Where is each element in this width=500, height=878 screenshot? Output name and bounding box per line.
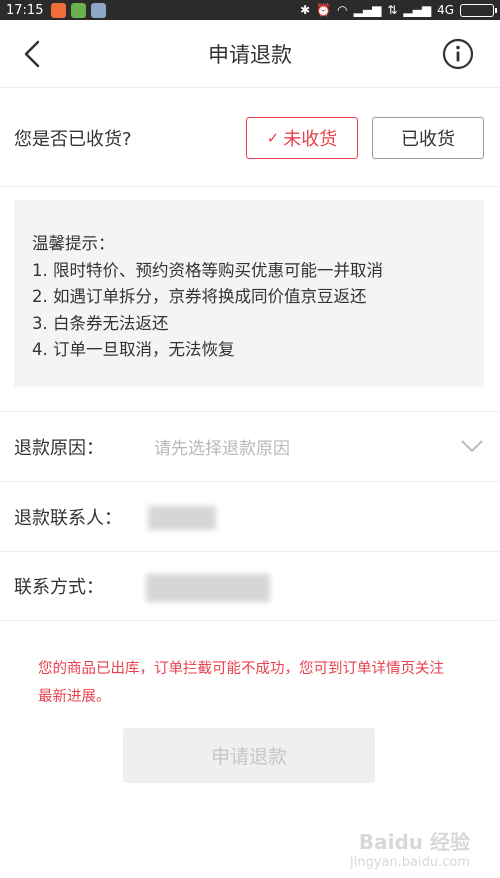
battery-icon (460, 3, 497, 17)
tips-box: 温馨提示： 1. 限时特价、预约资格等购买优惠可能一并取消 2. 如遇订单拆分，… (14, 200, 484, 387)
status-bar: 17:15 ✱ ⏰ ◠ ▂▄▆ ⇅ ▂▄▆ 4G (0, 0, 500, 20)
android-notification-icon (71, 2, 87, 18)
submit-refund-button[interactable]: 申请退款 (123, 728, 375, 783)
chevron-left-icon[interactable] (18, 38, 48, 70)
nav-bar: 申请退款 (0, 20, 500, 88)
refund-reason-label: 退款原因： (14, 437, 104, 459)
check-icon: ✓ (266, 129, 280, 147)
chevron-down-icon[interactable] (460, 438, 484, 454)
received-button[interactable]: 已收货 (372, 117, 484, 159)
contact-name-redacted (148, 506, 216, 530)
wifi-icon: ◠ (337, 3, 348, 17)
app-notification-icon (51, 2, 67, 18)
watermark-main: Baidu 经验 (358, 830, 470, 854)
refund-reason-select[interactable]: 请先选择退款原因 (154, 434, 290, 459)
received-status-row: 您是否已收货? ✓ 未收货 已收货 (0, 89, 500, 187)
network-type: 4G (437, 3, 454, 17)
contact-method-row: 联系方式： (0, 551, 500, 621)
received-label: 已收货 (401, 129, 455, 150)
tip-item: 2. 如遇订单拆分，京券将换成同价值京豆返还 (32, 287, 367, 306)
refund-reason-row[interactable]: 退款原因： 请先选择退款原因 (0, 411, 500, 481)
info-circle-icon[interactable] (442, 38, 474, 70)
refund-contact-label: 退款联系人： (14, 507, 122, 529)
signal-icon-2: ▂▄▆ (403, 3, 432, 17)
alarm-icon: ⏰ (316, 3, 332, 17)
shipped-notice: 您的商品已出库，订单拦截可能不成功，您可到订单详情页关注最新进展。 (38, 661, 444, 705)
bluetooth-icon: ✱ (300, 3, 311, 17)
tip-item: 4. 订单一旦取消，无法恢复 (32, 340, 235, 359)
signal-icon: ▂▄▆ (353, 3, 382, 17)
status-time: 17:15 (6, 2, 44, 18)
refund-contact-row: 退款联系人： (0, 481, 500, 551)
received-question-label: 您是否已收货? (14, 128, 132, 150)
data-arrows-icon: ⇅ (387, 3, 398, 17)
tip-item: 3. 白条券无法返还 (32, 313, 169, 333)
page-title: 申请退款 (208, 42, 292, 67)
not-received-button[interactable]: ✓ 未收货 (246, 117, 358, 159)
tips-heading: 温馨提示： (32, 234, 115, 253)
watermark-sub: jingyan.baidu.com (350, 855, 470, 870)
contact-method-label: 联系方式： (14, 577, 104, 598)
not-received-label: 未收货 (283, 129, 338, 150)
baidu-watermark: Baidu 经验 jingyan.baidu.com (350, 826, 470, 870)
phone-number-redacted (146, 574, 270, 602)
tip-item: 1. 限时特价、预约资格等购买优惠可能一并取消 (32, 260, 383, 280)
file-notification-icon (91, 2, 107, 18)
